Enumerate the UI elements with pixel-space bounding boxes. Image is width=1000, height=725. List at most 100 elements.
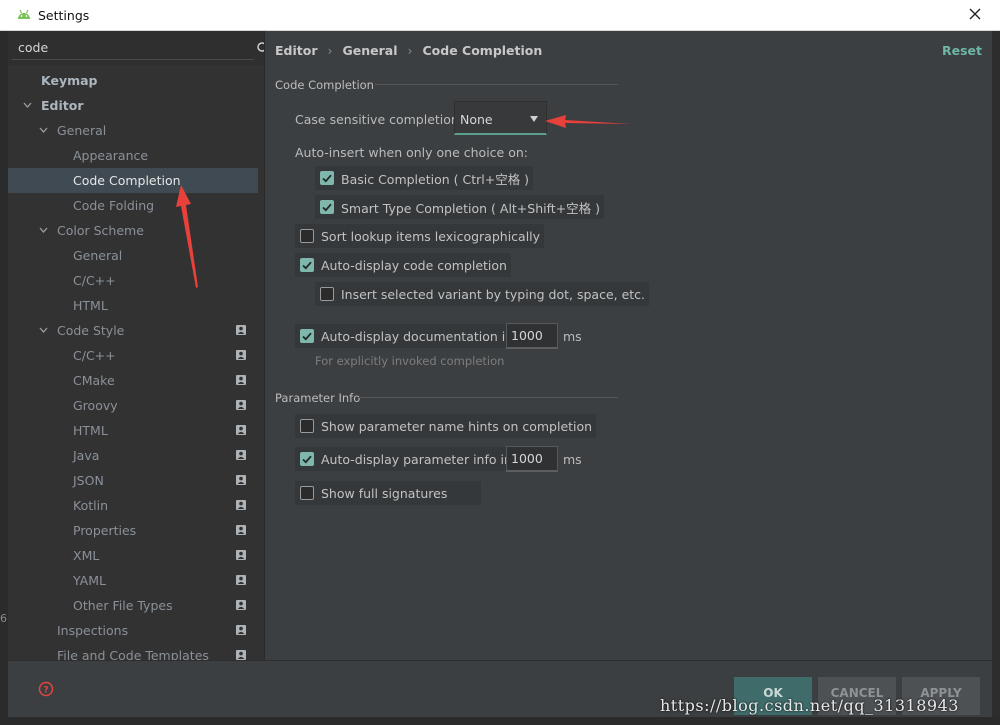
auto-display-completion-label: Auto-display code completion xyxy=(321,257,507,273)
sidebar-item-color-scheme[interactable]: Color Scheme xyxy=(8,218,258,243)
reset-button[interactable]: Reset xyxy=(942,43,982,58)
insert-selected-variant-label: Insert selected variant by typing dot, s… xyxy=(341,286,646,302)
title-bar: Settings xyxy=(0,0,1000,31)
explicit-completion-hint: For explicitly invoked completion xyxy=(315,354,505,368)
sidebar-item-java[interactable]: Java xyxy=(8,443,258,468)
outer-edge-text: 6 xyxy=(0,612,7,625)
smart-type-completion-checkbox[interactable]: Smart Type Completion ( Alt+Shift+空格 ) xyxy=(315,195,605,219)
project-scope-icon xyxy=(236,625,246,635)
search-box xyxy=(8,31,264,65)
show-name-hints-checkbox[interactable]: Show parameter name hints on completion xyxy=(295,414,597,438)
check-icon xyxy=(320,287,334,301)
sidebar-item-general[interactable]: General xyxy=(8,243,258,268)
sidebar-item-yaml[interactable]: YAML xyxy=(8,568,258,593)
sidebar-item-label: Kotlin xyxy=(73,498,108,513)
sidebar-item-label: HTML xyxy=(73,423,108,438)
auto-display-param-info-checkbox[interactable]: Auto-display parameter info in xyxy=(295,447,516,471)
sidebar-item-general[interactable]: General xyxy=(8,118,258,143)
sidebar-item-label: Inspections xyxy=(57,623,129,638)
code-completion-section-title: Code Completion xyxy=(275,78,374,92)
sidebar-item-label: C/C++ xyxy=(73,348,116,363)
sidebar-item-other-file-types[interactable]: Other File Types xyxy=(8,593,258,618)
sidebar-item-c-c-[interactable]: C/C++ xyxy=(8,268,258,293)
check-icon xyxy=(300,329,314,343)
auto-display-completion-checkbox[interactable]: Auto-display code completion xyxy=(295,253,511,277)
sidebar-item-code-completion[interactable]: Code Completion xyxy=(8,168,258,193)
chevron-down-icon xyxy=(530,116,538,122)
check-icon xyxy=(300,419,314,433)
search-icon[interactable] xyxy=(254,41,264,55)
breadcrumb-separator: › xyxy=(407,43,413,58)
smart-type-completion-label: Smart Type Completion ( Alt+Shift+空格 ) xyxy=(341,200,601,216)
sidebar-item-properties[interactable]: Properties xyxy=(8,518,258,543)
auto-display-documentation-checkbox[interactable]: Auto-display documentation in xyxy=(295,324,518,348)
chevron-down-icon[interactable] xyxy=(39,327,48,334)
param-info-delay-input[interactable] xyxy=(506,446,558,472)
sidebar-item-code-style[interactable]: Code Style xyxy=(8,318,258,343)
auto-insert-label: Auto-insert when only one choice on: xyxy=(295,145,528,160)
documentation-delay-input[interactable] xyxy=(506,323,558,349)
ms-label: ms xyxy=(563,329,582,344)
project-scope-icon xyxy=(236,575,246,585)
case-sensitive-label: Case sensitive completion: xyxy=(295,112,464,127)
auto-display-param-info-label: Auto-display parameter info in xyxy=(321,451,512,467)
chevron-down-icon[interactable] xyxy=(23,102,32,109)
settings-content: Editor › General › Code Completion Reset Cod… xyxy=(265,31,992,660)
section-divider xyxy=(375,84,618,85)
case-sensitive-dropdown[interactable]: None xyxy=(454,101,547,135)
basic-completion-checkbox[interactable]: Basic Completion ( Ctrl+空格 ) xyxy=(315,166,534,190)
sidebar-item-code-folding[interactable]: Code Folding xyxy=(8,193,258,218)
sidebar-item-groovy[interactable]: Groovy xyxy=(8,393,258,418)
show-full-signatures-checkbox[interactable]: Show full signatures xyxy=(295,481,481,505)
check-icon xyxy=(300,229,314,243)
window-title: Settings xyxy=(38,8,90,23)
project-scope-icon xyxy=(236,650,246,660)
sidebar-item-kotlin[interactable]: Kotlin xyxy=(8,493,258,518)
sidebar-item-label: C/C++ xyxy=(73,273,116,288)
breadcrumb-code-completion: Code Completion xyxy=(422,43,543,58)
sidebar-item-label: Code Style xyxy=(57,323,125,338)
show-full-signatures-label: Show full signatures xyxy=(321,485,448,501)
ms-label: ms xyxy=(563,452,582,467)
settings-sidebar: Keymap Editor General Appearance Code Comple… xyxy=(8,31,265,660)
sidebar-item-label: Code Completion xyxy=(73,173,181,188)
window-edge xyxy=(0,717,1000,725)
sidebar-item-c-c-[interactable]: C/C++ xyxy=(8,343,258,368)
sidebar-item-label: File and Code Templates xyxy=(57,648,209,660)
sidebar-item-label: XML xyxy=(73,548,100,563)
sidebar-item-label: Keymap xyxy=(41,73,98,88)
sidebar-item-html[interactable]: HTML xyxy=(8,293,258,318)
breadcrumb-general: General xyxy=(342,43,398,58)
sidebar-item-xml[interactable]: XML xyxy=(8,543,258,568)
chevron-down-icon[interactable] xyxy=(39,127,48,134)
sidebar-item-html[interactable]: HTML xyxy=(8,418,258,443)
close-icon[interactable] xyxy=(966,5,984,23)
sidebar-item-keymap[interactable]: Keymap xyxy=(8,68,258,93)
breadcrumb-separator: › xyxy=(327,43,333,58)
sidebar-item-inspections[interactable]: Inspections xyxy=(8,618,258,643)
parameter-info-section-title: Parameter Info xyxy=(275,391,361,405)
sidebar-item-json[interactable]: JSON xyxy=(8,468,258,493)
settings-tree: Keymap Editor General Appearance Code Comple… xyxy=(8,68,258,660)
help-icon[interactable]: ? xyxy=(38,681,54,697)
chevron-down-icon[interactable] xyxy=(39,227,48,234)
check-icon xyxy=(320,200,334,214)
check-icon xyxy=(320,171,334,185)
breadcrumb: Editor › General › Code Completion xyxy=(275,43,542,58)
project-scope-icon xyxy=(236,475,246,485)
project-scope-icon xyxy=(236,450,246,460)
sidebar-item-label: Java xyxy=(73,448,100,463)
sidebar-item-label: JSON xyxy=(73,473,104,488)
search-input[interactable] xyxy=(12,36,254,60)
sidebar-item-label: CMake xyxy=(73,373,115,388)
insert-selected-variant-checkbox[interactable]: Insert selected variant by typing dot, s… xyxy=(315,282,650,306)
sidebar-item-cmake[interactable]: CMake xyxy=(8,368,258,393)
show-name-hints-label: Show parameter name hints on completion xyxy=(321,418,593,434)
sort-lookup-checkbox[interactable]: Sort lookup items lexicographically xyxy=(295,224,545,248)
sidebar-item-label: Editor xyxy=(41,98,84,113)
android-icon xyxy=(18,9,30,19)
sidebar-item-label: Other File Types xyxy=(73,598,173,613)
sidebar-item-appearance[interactable]: Appearance xyxy=(8,143,258,168)
sidebar-item-file-and-code-templates[interactable]: File and Code Templates xyxy=(8,643,258,660)
sidebar-item-editor[interactable]: Editor xyxy=(8,93,258,118)
